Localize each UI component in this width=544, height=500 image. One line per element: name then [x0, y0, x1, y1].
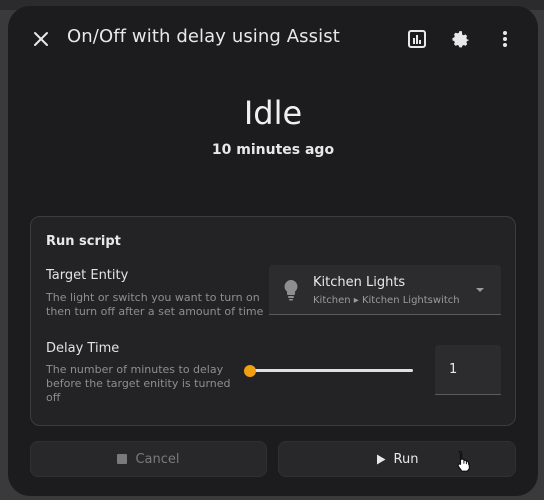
target-entity-description-1: The light or switch you want to turn on — [46, 291, 260, 304]
close-button[interactable] — [21, 19, 61, 59]
slider-thumb[interactable] — [244, 365, 256, 377]
history-button[interactable] — [397, 19, 437, 59]
entity-name: Kitchen Lights — [313, 275, 406, 290]
target-entity-label: Target Entity — [46, 268, 129, 283]
delay-time-description-2: before the target enitity is turned — [46, 377, 231, 390]
delay-number-input[interactable]: 1 — [435, 345, 501, 395]
run-script-card: Run script Target Entity The light or sw… — [30, 216, 516, 426]
card-title: Run script — [46, 234, 121, 249]
more-vertical-icon — [503, 31, 507, 47]
play-triangle-icon — [376, 454, 386, 465]
target-entity-description-2: then turn off after a set amount of time — [46, 305, 264, 318]
close-icon — [34, 32, 48, 46]
caret-down-icon — [476, 288, 484, 292]
cancel-label: Cancel — [135, 451, 180, 467]
entity-picker[interactable]: Kitchen Lights Kitchen ▸ Kitchen Lightsw… — [269, 265, 501, 315]
hand-pointer-cursor-icon — [457, 450, 471, 472]
delay-number-value: 1 — [449, 362, 458, 377]
slider-track — [249, 369, 413, 372]
entity-state: Idle — [243, 94, 303, 132]
chart-bar-icon — [408, 30, 426, 48]
last-changed: 10 minutes ago — [211, 142, 335, 158]
dialog-title: On/Off with delay using Assist — [67, 26, 340, 47]
lightbulb-icon — [284, 280, 298, 301]
delay-time-label: Delay Time — [46, 341, 120, 356]
delay-slider[interactable] — [241, 364, 417, 378]
delay-time-description-1: The number of minutes to delay — [46, 363, 224, 376]
overflow-menu-button[interactable] — [485, 19, 525, 59]
more-info-dialog: On/Off with delay using Assist Idle 10 m… — [8, 6, 538, 496]
run-button[interactable]: Run — [278, 441, 516, 477]
settings-button[interactable] — [440, 19, 480, 59]
stop-square-icon — [117, 454, 128, 464]
cancel-button[interactable]: Cancel — [30, 441, 267, 477]
run-label: Run — [393, 451, 419, 467]
entity-path: Kitchen ▸ Kitchen Lightswitch — [313, 295, 460, 306]
gear-icon — [452, 31, 469, 48]
delay-time-description-3: off — [46, 391, 61, 404]
dialog-header: On/Off with delay using Assist — [8, 6, 538, 70]
